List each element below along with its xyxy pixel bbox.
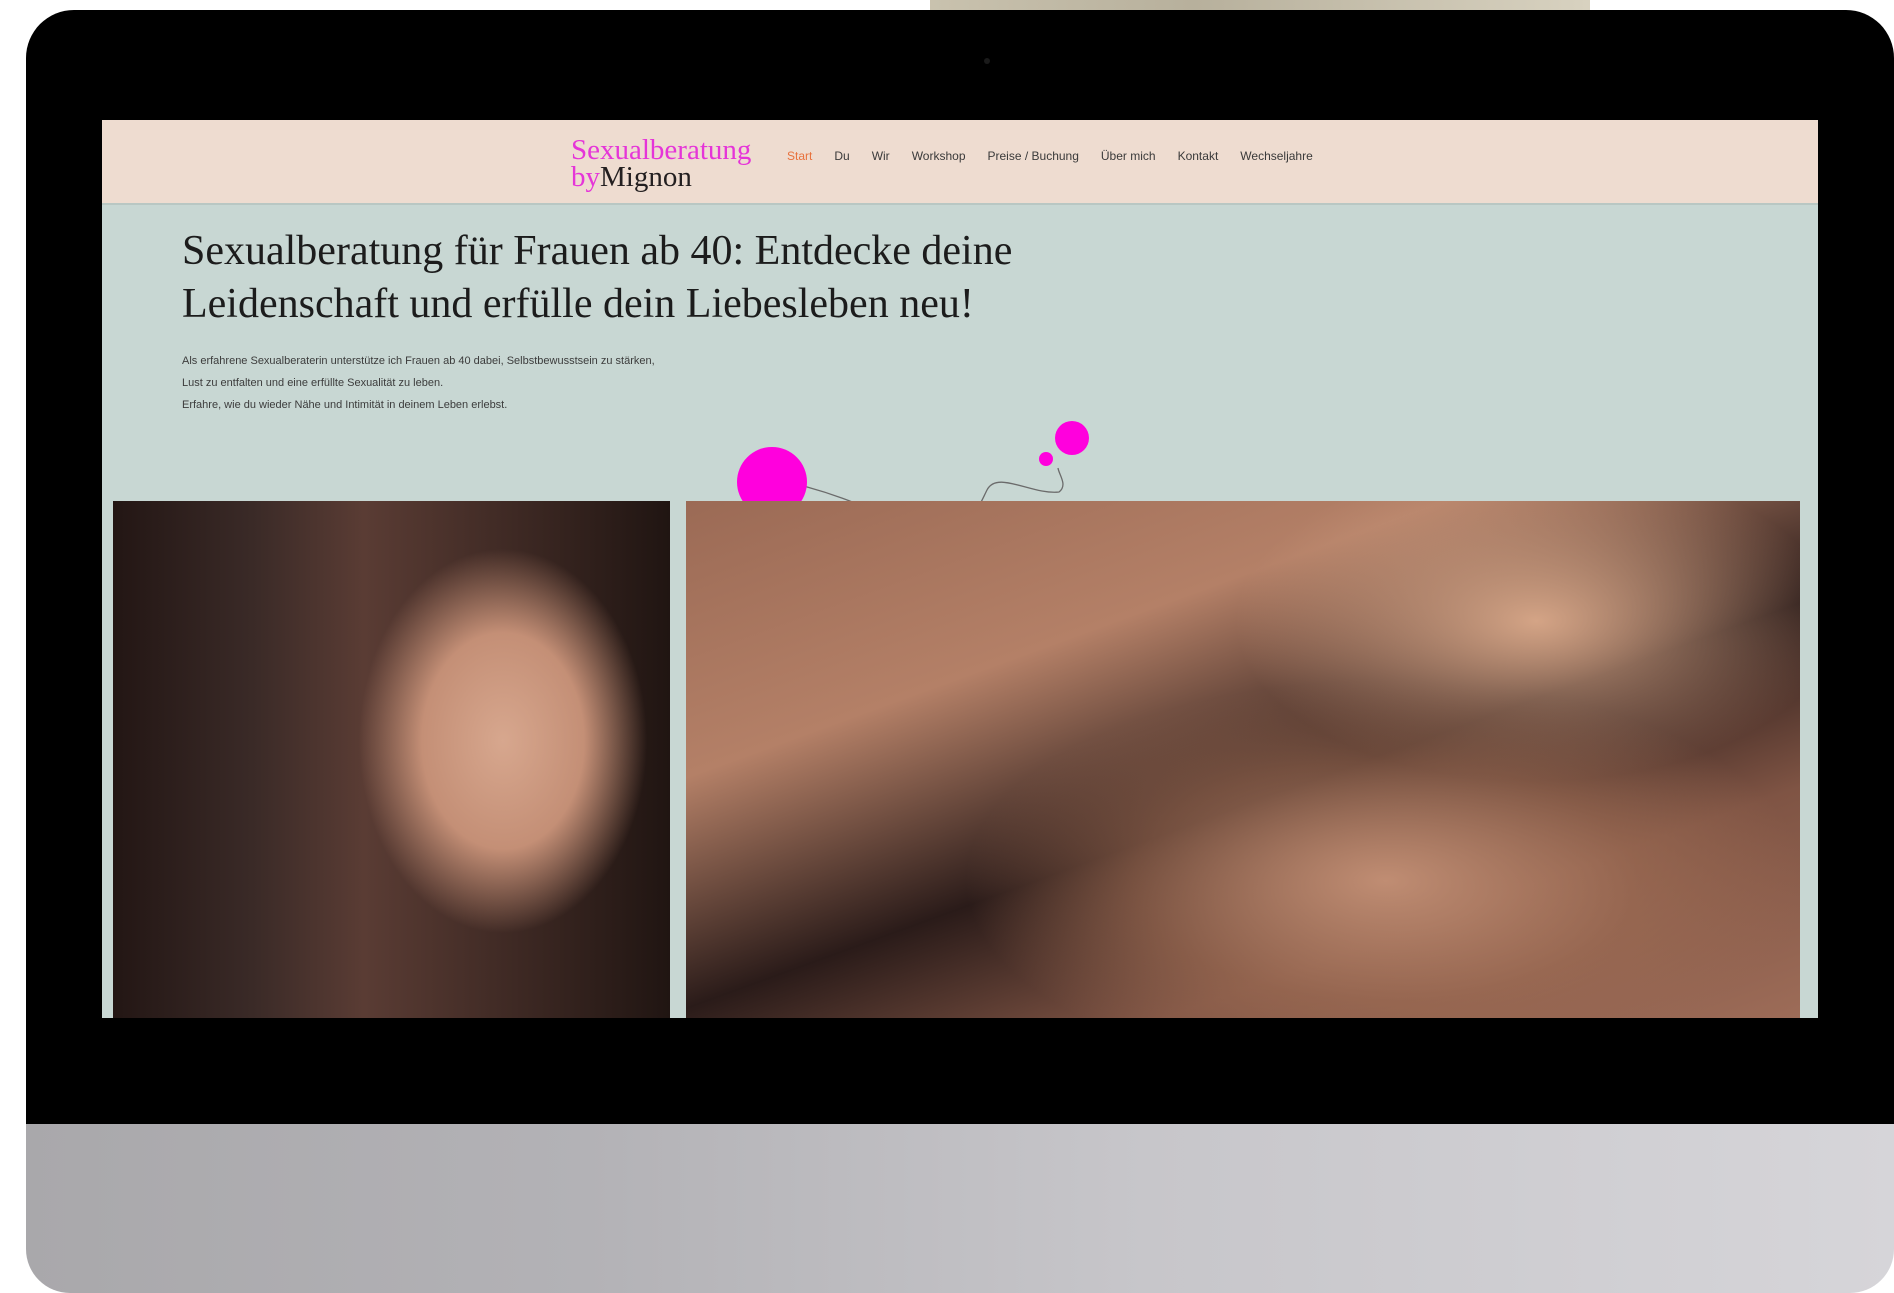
logo-name: Mignon	[600, 161, 692, 193]
logo-line1: Sexualberatung	[571, 134, 752, 166]
nav-item-workshop[interactable]: Workshop	[912, 149, 966, 163]
deco-bubble-medium	[1055, 421, 1089, 455]
logo-line2: byMignon	[571, 161, 751, 193]
nav-item-start[interactable]: Start	[787, 149, 812, 163]
monitor-chin	[26, 1124, 1894, 1293]
nav-menu: Start Du Wir Workshop Preise / Buchung Ü…	[787, 149, 1313, 163]
nav-item-du[interactable]: Du	[834, 149, 849, 163]
nav-item-ueber-mich[interactable]: Über mich	[1101, 149, 1156, 163]
site-logo[interactable]: Sexualberatung byMignon	[571, 134, 752, 193]
nav-item-preise-buchung[interactable]: Preise / Buchung	[988, 149, 1079, 163]
header-nav-bar: Sexualberatung byMignon Start Du Wir Wor…	[102, 120, 1818, 205]
camera-icon	[984, 58, 990, 64]
woman-portrait-image	[113, 501, 670, 1018]
nav-item-wir[interactable]: Wir	[872, 149, 890, 163]
nav-item-kontakt[interactable]: Kontakt	[1178, 149, 1219, 163]
logo-by: by	[571, 161, 600, 193]
couple-image	[686, 501, 1800, 1018]
deco-bubble-small	[1039, 452, 1053, 466]
hero-title-line1: Sexualberatung für Frauen ab 40: Entdeck…	[182, 228, 1013, 274]
website-screen: Sexualberatung byMignon Start Du Wir Wor…	[102, 120, 1818, 1018]
nav-item-wechseljahre[interactable]: Wechseljahre	[1240, 149, 1312, 163]
